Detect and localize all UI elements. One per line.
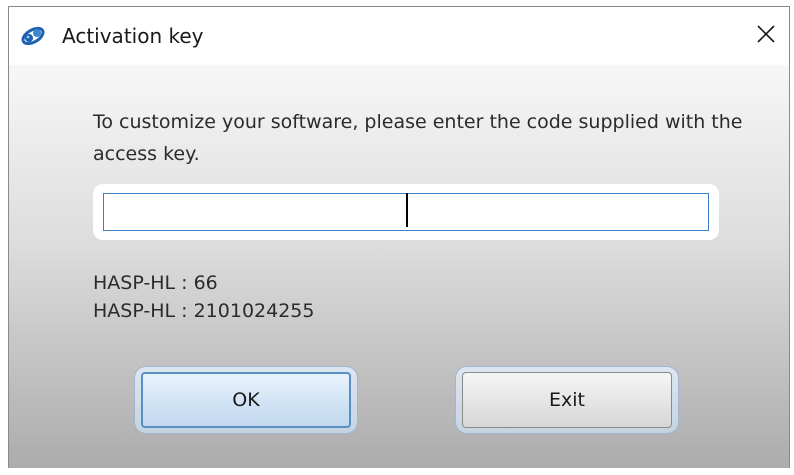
dialog-body: To customize your software, please enter… xyxy=(9,65,789,468)
ok-button-frame: OK xyxy=(134,366,358,434)
close-button[interactable] xyxy=(743,7,789,65)
hasp-line-2: HASP-HL : 2101024255 xyxy=(93,300,315,322)
exit-button[interactable]: Exit xyxy=(462,372,672,428)
instructions-text: To customize your software, please enter… xyxy=(93,111,743,165)
title-bar[interactable]: Activation key xyxy=(9,7,789,65)
ok-button[interactable]: OK xyxy=(141,372,351,428)
hasp-line-1: HASP-HL : 66 xyxy=(93,272,218,294)
app-logo-icon xyxy=(20,25,46,47)
text-caret xyxy=(406,193,408,227)
close-icon xyxy=(756,24,776,48)
activation-dialog: Activation key To customize your softwar… xyxy=(8,6,790,468)
exit-button-frame: Exit xyxy=(455,366,679,434)
window-title: Activation key xyxy=(62,24,204,48)
